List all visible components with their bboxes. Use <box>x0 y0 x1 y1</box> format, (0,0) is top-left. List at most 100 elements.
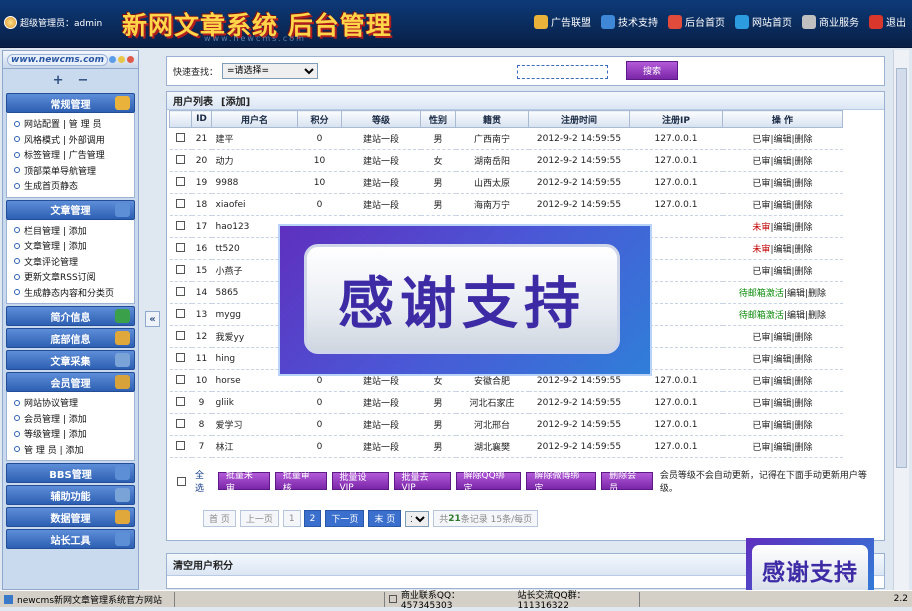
status-link[interactable]: 已审 <box>752 399 770 409</box>
edit-link[interactable]: 编辑 <box>787 311 805 321</box>
delete-link[interactable]: 删除 <box>795 135 813 145</box>
edit-link[interactable]: 编辑 <box>773 157 791 167</box>
edit-link[interactable]: 编辑 <box>773 355 791 365</box>
menu-item-label[interactable]: 栏目管理 | 添加 <box>24 224 87 237</box>
menu-section-header[interactable]: 辅助功能 <box>6 485 135 505</box>
row-checkbox[interactable] <box>176 418 185 428</box>
menu-section-header[interactable]: BBS管理 <box>6 463 135 483</box>
edit-link[interactable]: 编辑 <box>773 179 791 189</box>
menu-item-label[interactable]: 生成静态内容和分类页 <box>24 286 114 299</box>
menu-item[interactable]: 网站协议管理 <box>14 395 134 411</box>
prev-page-button[interactable]: 上一页 <box>239 510 279 527</box>
top-nav-item[interactable]: 技术支持 <box>601 14 658 29</box>
row-checkbox[interactable] <box>176 198 185 208</box>
edit-link[interactable]: 编辑 <box>773 135 791 145</box>
bulk-action-button[interactable]: 批量去VIP <box>393 472 451 493</box>
menu-item-label[interactable]: 会员管理 | 添加 <box>24 412 87 425</box>
delete-link[interactable]: 删除 <box>795 157 813 167</box>
menu-item[interactable]: 更新文章RSS订阅 <box>14 269 134 285</box>
status-link[interactable]: 已审 <box>752 157 770 167</box>
scrollbar-thumb[interactable] <box>896 68 907 468</box>
menu-item-label[interactable]: 网站协议管理 <box>24 396 78 409</box>
first-page-button[interactable]: 首 页 <box>203 510 236 527</box>
menu-section-header[interactable]: 文章采集 <box>6 350 135 370</box>
edit-link[interactable]: 编辑 <box>773 333 791 343</box>
status-link[interactable]: 已审 <box>752 377 770 387</box>
menu-section-header[interactable]: 简介信息 <box>6 306 135 326</box>
edit-link[interactable]: 编辑 <box>773 421 791 431</box>
edit-link[interactable]: 编辑 <box>773 399 791 409</box>
menu-item[interactable]: 文章评论管理 <box>14 254 134 270</box>
edit-link[interactable]: 编辑 <box>787 289 805 299</box>
row-checkbox[interactable] <box>176 176 185 186</box>
status-link[interactable]: 待邮箱激活 <box>739 311 784 321</box>
top-nav-item[interactable]: 退出 <box>869 14 906 29</box>
search-button[interactable]: 搜索 <box>626 61 678 80</box>
menu-item[interactable]: 管 理 员 | 添加 <box>14 442 134 458</box>
delete-link[interactable]: 删除 <box>795 223 813 233</box>
delete-link[interactable]: 删除 <box>795 355 813 365</box>
status-link[interactable]: 已审 <box>752 421 770 431</box>
bulk-action-button[interactable]: 解除QQ绑定 <box>455 471 522 494</box>
status-link[interactable]: 已审 <box>752 355 770 365</box>
bulk-action-button[interactable]: 批量审核 <box>274 471 327 494</box>
menu-item-label[interactable]: 风格模式 | 外部调用 <box>24 133 105 146</box>
status-link[interactable]: 已审 <box>752 333 770 343</box>
status-link[interactable]: 未审 <box>752 245 770 255</box>
menu-item[interactable]: 风格模式 | 外部调用 <box>14 132 134 148</box>
status-link[interactable]: 未审 <box>752 223 770 233</box>
sidebar-toggle-button[interactable]: « <box>145 311 160 327</box>
page-number-button[interactable]: 2 <box>303 510 322 527</box>
search-input[interactable] <box>517 65 608 79</box>
menu-item[interactable]: 生成首页静态 <box>14 178 134 194</box>
menu-item[interactable]: 文章管理 | 添加 <box>14 238 134 254</box>
row-checkbox[interactable] <box>176 220 185 230</box>
status-link[interactable]: 待邮箱激活 <box>739 289 784 299</box>
menu-section-header[interactable]: 会员管理 <box>6 372 135 392</box>
delete-link[interactable]: 删除 <box>795 421 813 431</box>
select-all-label[interactable]: 全选 <box>195 468 213 494</box>
menu-item-label[interactable]: 更新文章RSS订阅 <box>24 270 96 283</box>
menu-item[interactable]: 生成静态内容和分类页 <box>14 285 134 301</box>
delete-link[interactable]: 删除 <box>795 245 813 255</box>
menu-item-label[interactable]: 文章评论管理 <box>24 255 78 268</box>
top-nav-item[interactable]: 后台首页 <box>668 14 725 29</box>
status-link[interactable]: 已审 <box>752 267 770 277</box>
row-checkbox[interactable] <box>176 330 185 340</box>
row-checkbox[interactable] <box>176 286 185 296</box>
next-page-button[interactable]: 下一页 <box>325 510 365 527</box>
menu-item[interactable]: 会员管理 | 添加 <box>14 411 134 427</box>
menu-item[interactable]: 栏目管理 | 添加 <box>14 223 134 239</box>
menu-item[interactable]: 等级管理 | 添加 <box>14 426 134 442</box>
top-nav-item[interactable]: 广告联盟 <box>534 14 591 29</box>
last-page-button[interactable]: 末 页 <box>368 510 402 527</box>
delete-link[interactable]: 删除 <box>808 311 826 321</box>
edit-link[interactable]: 编辑 <box>773 377 791 387</box>
row-checkbox[interactable] <box>176 440 185 450</box>
menu-item[interactable]: 网站配置 | 管 理 员 <box>14 116 134 132</box>
quick-search-select[interactable]: =请选择= <box>222 63 319 79</box>
status-link[interactable]: 已审 <box>752 201 770 211</box>
delete-link[interactable]: 删除 <box>795 267 813 277</box>
top-nav-item[interactable]: 网站首页 <box>735 14 792 29</box>
page-number-button[interactable]: 1 <box>282 510 301 527</box>
edit-link[interactable]: 编辑 <box>773 223 791 233</box>
row-checkbox[interactable] <box>176 396 185 406</box>
menu-item[interactable]: 顶部菜单导航管理 <box>14 163 134 179</box>
vertical-scrollbar[interactable] <box>893 50 909 590</box>
row-checkbox[interactable] <box>176 264 185 274</box>
delete-link[interactable]: 删除 <box>795 333 813 343</box>
row-checkbox[interactable] <box>176 374 185 384</box>
row-checkbox[interactable] <box>176 132 185 142</box>
menu-section-header[interactable]: 文章管理 <box>6 199 135 220</box>
delete-link[interactable]: 删除 <box>808 289 826 299</box>
menu-item-label[interactable]: 标签管理 | 广告管理 <box>24 148 105 161</box>
page-select[interactable]: 1 <box>405 510 430 527</box>
edit-link[interactable]: 编辑 <box>773 267 791 277</box>
delete-link[interactable]: 删除 <box>795 399 813 409</box>
menu-item-label[interactable]: 顶部菜单导航管理 <box>24 164 96 177</box>
delete-link[interactable]: 删除 <box>795 201 813 211</box>
delete-link[interactable]: 删除 <box>795 377 813 387</box>
menu-item[interactable]: 标签管理 | 广告管理 <box>14 147 134 163</box>
status-link[interactable]: 已审 <box>752 443 770 453</box>
